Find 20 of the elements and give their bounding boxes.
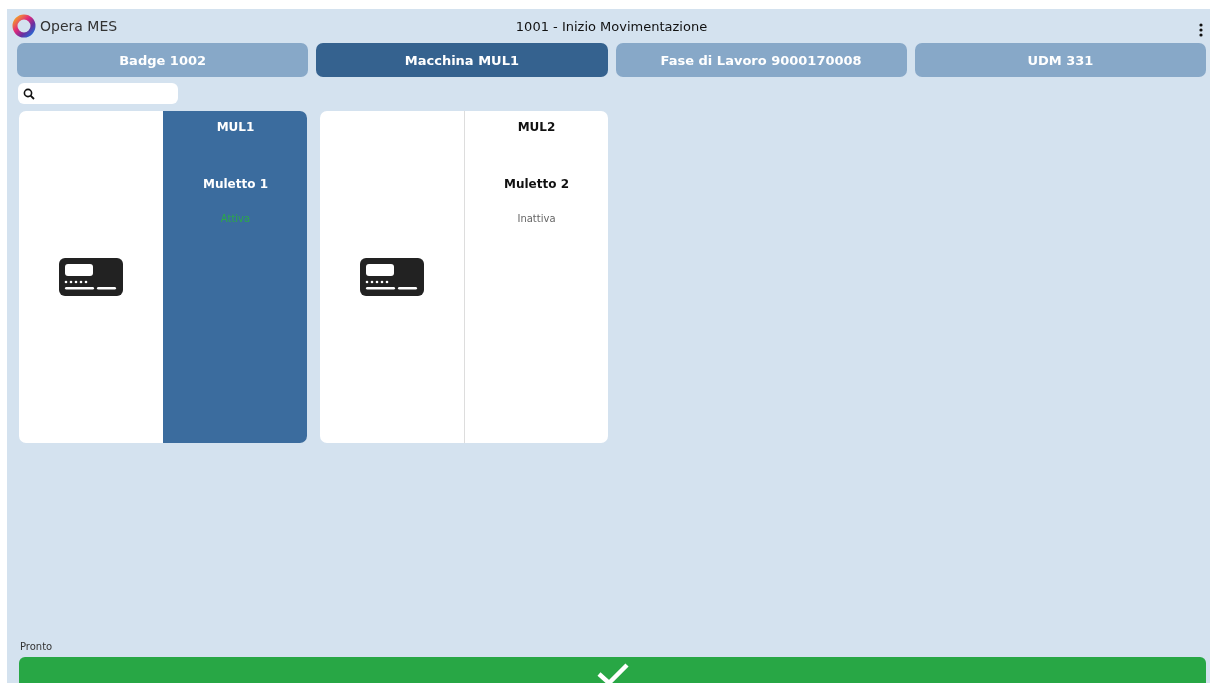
machine-card[interactable]: MUL1 Muletto 1 Attiva [19, 111, 307, 443]
page-title: 1001 - Inizio Movimentazione [515, 18, 708, 34]
machine-code: MUL2 [517, 120, 556, 136]
confirm-button[interactable] [19, 657, 1206, 683]
app-name: Opera MES [40, 18, 118, 34]
status-text: Pronto [20, 641, 54, 652]
machine-name: Muletto 1 [203, 177, 268, 191]
machine-status: Inattiva [517, 213, 556, 224]
machine-card[interactable]: MUL2 Muletto 2 Inattiva [320, 111, 608, 443]
card-reader-icon [360, 258, 424, 296]
machine-status: Attiva [220, 213, 251, 224]
step-tab[interactable]: Macchina MUL1 [316, 43, 608, 77]
search-icon [23, 87, 35, 100]
checkmark-icon [595, 662, 630, 683]
machine-code: MUL1 [216, 120, 255, 136]
logo-icon [12, 14, 36, 38]
card-reader-icon [59, 258, 123, 296]
search-field[interactable] [18, 83, 178, 104]
machine-name: Muletto 2 [504, 177, 569, 191]
more-menu-icon[interactable] [1199, 23, 1203, 37]
